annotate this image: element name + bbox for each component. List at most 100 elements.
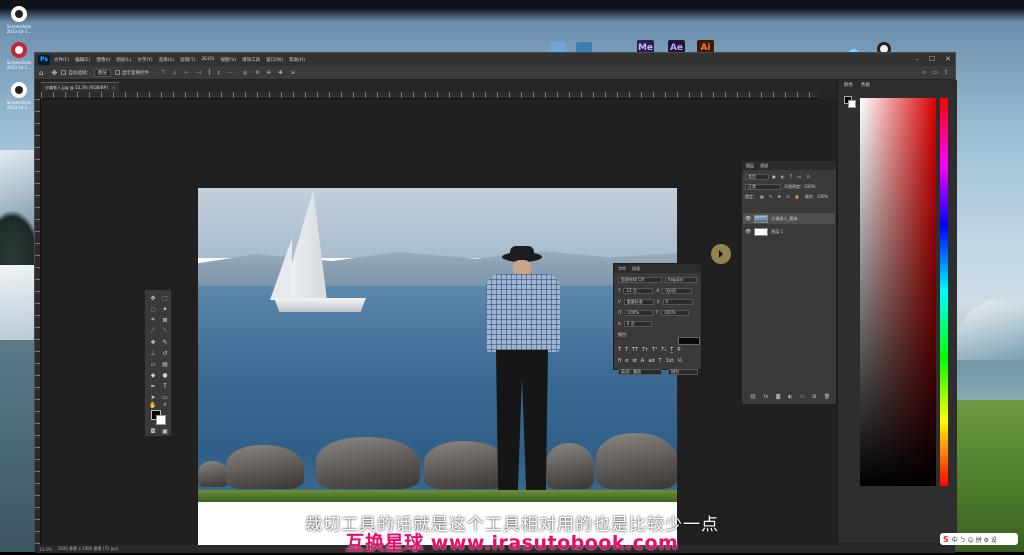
history-brush-tool-icon[interactable]: ↺ — [160, 348, 170, 358]
new-group-icon[interactable]: ▭ — [800, 394, 805, 400]
color-panel-background-swatch[interactable] — [848, 100, 856, 108]
adjustment-layer-icon[interactable]: ◐ — [788, 394, 792, 400]
app-icon — [11, 82, 27, 98]
canvas-area[interactable]: ✥ ⬚ ◌ ✦ ⌗ ⊠ ⟋ ⟍ ✚ ✎ ⊥ ↺ ▱ ▤ ◆ ● ✒ T ➤ ▭ … — [41, 99, 841, 548]
clone-stamp-tool-icon[interactable]: ⊥ — [148, 348, 158, 358]
home-icon[interactable]: ⌂ — [39, 69, 43, 77]
opentype-buttons[interactable]: fi σ st Aad T 1st ½ — [618, 358, 682, 364]
brush-tool-icon[interactable]: ✎ — [160, 337, 170, 347]
menu-plugins[interactable]: 增效工具 — [242, 57, 260, 63]
eyedropper-tool-icon[interactable]: ⟋ — [148, 326, 158, 336]
tab-color[interactable]: 颜色 — [844, 82, 853, 88]
tracking-field[interactable]: 0 — [662, 298, 693, 305]
transform-controls-checkbox[interactable] — [114, 70, 120, 75]
menu-select[interactable]: 选择(S) — [159, 57, 174, 63]
tracking-icon: V — [656, 299, 660, 304]
menu-edit[interactable]: 编辑(E) — [75, 57, 90, 63]
frame-tool-icon[interactable]: ⊠ — [160, 315, 170, 325]
kerning-field[interactable]: 度量标准 — [623, 298, 654, 305]
move-tool-icon[interactable]: ✥ — [148, 293, 158, 303]
color-picker-field[interactable] — [860, 98, 936, 486]
vertical-scale-field[interactable]: 100% — [624, 309, 653, 316]
font-size-field[interactable]: 12 点 — [623, 287, 654, 294]
lock-icons[interactable]: ▦ ✎ ✥ ⊡ 🔒 — [760, 194, 802, 199]
gradient-tool-icon[interactable]: ▤ — [160, 359, 170, 369]
menu-type[interactable]: 文字(Y) — [137, 57, 152, 63]
pen-tool-icon[interactable]: ✒ — [148, 381, 158, 391]
visibility-eye-icon[interactable]: 👁 — [745, 216, 751, 222]
tab-character[interactable]: 字符 — [618, 266, 626, 272]
visibility-eye-icon[interactable]: 👁 — [745, 229, 751, 235]
add-mask-icon[interactable]: ◙ — [776, 394, 781, 400]
transform-controls-label: 显示变换控件 — [121, 70, 149, 76]
blend-mode-select[interactable]: 正常 — [745, 183, 781, 190]
font-style-buttons[interactable]: T T TT Tт T¹ T₁ T̲ T̶ — [618, 347, 680, 353]
tab-swatches[interactable]: 色板 — [861, 82, 870, 88]
font-family-select[interactable]: 思源宋体 CN — [618, 276, 662, 283]
align-icons[interactable]: ⊤ ⊥ ⊢ ⊣ ⫿ ⫾ ⋯ — [161, 70, 235, 76]
link-layers-icon[interactable]: ⛓ — [750, 394, 756, 400]
menu-window[interactable]: 窗口(W) — [266, 57, 283, 63]
document-tab[interactable]: 沙滩老人.jpg @ 33.3% (RGB/8#) × — [41, 82, 120, 92]
lasso-tool-icon[interactable]: ◌ — [148, 304, 158, 314]
menu-filter[interactable]: 滤镜(T) — [180, 57, 195, 63]
close-tab-icon[interactable]: × — [112, 85, 115, 90]
desktop-icon-1[interactable]: Screenshots 2023-10-1... — [6, 6, 32, 34]
zoom-tool-icon[interactable]: ⌕ — [160, 400, 170, 410]
filter-icons[interactable]: ▣ ◐ T ▭ ⊡ — [772, 174, 812, 179]
menu-file[interactable]: 文件(F) — [54, 57, 69, 63]
crop-tool-icon[interactable]: ⌗ — [148, 315, 158, 325]
leading-field[interactable]: (自动) — [662, 287, 693, 294]
maximize-icon[interactable]: ☐ — [929, 55, 935, 63]
ime-toolbar[interactable]: S 中 ㄅ ☺ 拼 ⚙ 设 — [940, 533, 1018, 545]
delete-layer-icon[interactable]: 🗑 — [824, 394, 830, 400]
language-select[interactable]: 英语：美国 — [618, 369, 662, 375]
tab-paragraph[interactable]: 段落 — [632, 266, 640, 272]
font-style-select[interactable]: Regular — [665, 276, 697, 283]
desktop-icon-label: Screenshots 2023-10-1... — [6, 100, 32, 110]
tab-layers[interactable]: 图层 — [746, 163, 754, 169]
new-layer-icon[interactable]: ⊞ — [812, 394, 816, 400]
menu-layer[interactable]: 图层(L) — [116, 57, 131, 63]
desktop-icon-2[interactable]: Screenshots 2023-10-1... — [6, 42, 32, 70]
search-icon[interactable]: ⌕ — [923, 69, 926, 77]
layer-row[interactable]: 👁 沙滩老人_看海 — [743, 213, 835, 224]
screen-mode-icon[interactable]: ▣ — [160, 426, 170, 436]
document-image[interactable] — [198, 188, 677, 548]
background-color-swatch[interactable] — [156, 415, 166, 425]
healing-brush-tool-icon[interactable]: ✚ — [148, 337, 158, 347]
workspace-icon[interactable]: ▭ — [932, 69, 938, 77]
hand-tool-icon[interactable]: ✋ — [148, 400, 158, 410]
type-tool-icon[interactable]: T — [160, 381, 170, 391]
minimize-icon[interactable]: – — [915, 55, 919, 63]
dodge-tool-icon[interactable]: ● — [160, 370, 170, 380]
opacity-field[interactable]: 不透明度：100% — [784, 184, 815, 190]
close-icon[interactable]: ✕ — [945, 55, 951, 63]
desktop-icon-3[interactable]: Screenshots 2023-10-1... — [6, 82, 32, 110]
layer-filter-select[interactable]: 类型 — [745, 173, 769, 180]
tab-channels[interactable]: 通道 — [760, 163, 768, 169]
text-color-swatch[interactable] — [678, 337, 700, 345]
menu-image[interactable]: 图像(I) — [96, 57, 110, 63]
eraser-tool-icon[interactable]: ▱ — [148, 359, 158, 369]
fill-field[interactable]: 填充：100% — [805, 194, 828, 200]
share-icon[interactable]: ⇪ — [944, 69, 949, 77]
artboard-tool-icon[interactable]: ⬚ — [160, 293, 170, 303]
menu-help[interactable]: 帮助(H) — [289, 57, 305, 63]
anti-alias-select[interactable]: 锐利 — [668, 369, 698, 375]
baseline-shift-field[interactable]: 0 点 — [623, 320, 652, 327]
ruler-tool-icon[interactable]: ⟍ — [160, 326, 170, 336]
blur-tool-icon[interactable]: ◆ — [148, 370, 158, 380]
layer-row[interactable]: 👁 图层 1 — [743, 226, 835, 237]
hue-slider[interactable] — [940, 98, 948, 486]
3d-mode-icons[interactable]: ◎ ⟲ ✣ ✥ ⇲ — [243, 70, 297, 76]
menu-view[interactable]: 视图(V) — [221, 57, 237, 63]
horizontal-scale-field[interactable]: 100% — [661, 309, 690, 316]
layer-style-icon[interactable]: fx — [764, 394, 769, 400]
menu-3d[interactable]: 3D(D) — [201, 57, 214, 62]
quick-mask-icon[interactable]: ◘ — [148, 426, 158, 436]
auto-select-checkbox[interactable] — [61, 70, 67, 75]
move-tool-icon[interactable]: ✥ — [51, 69, 57, 77]
magic-wand-tool-icon[interactable]: ✦ — [160, 304, 170, 314]
auto-select-dropdown[interactable]: 图层 — [93, 68, 111, 77]
